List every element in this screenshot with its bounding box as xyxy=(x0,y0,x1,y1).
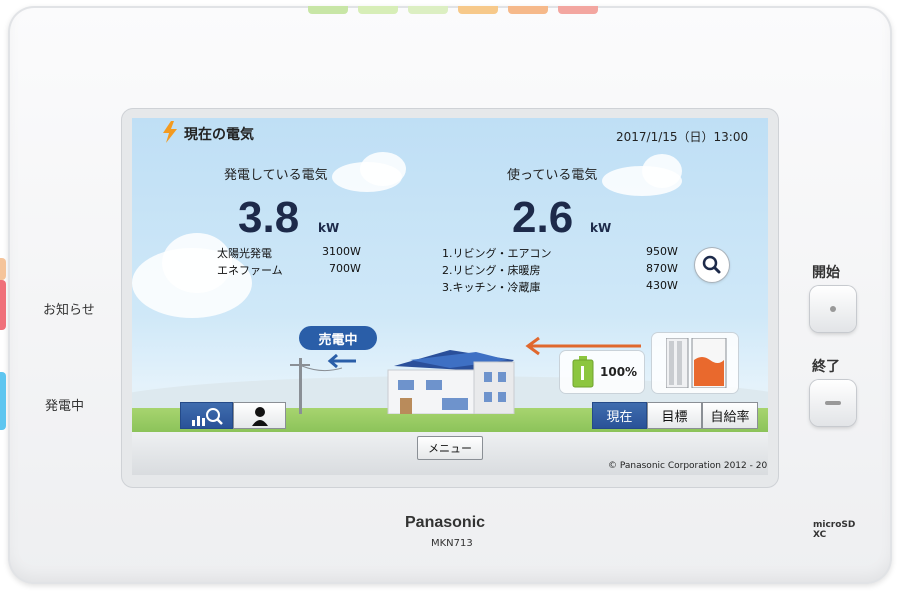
generation-item-label: エネファーム xyxy=(217,264,283,277)
side-led-top xyxy=(0,258,6,280)
tab-current[interactable]: 現在 xyxy=(592,402,647,429)
generation-item-label: 太陽光発電 xyxy=(217,247,272,260)
screen-title: 現在の電気 xyxy=(184,127,254,143)
cloud xyxy=(642,154,682,188)
generation-item-value: 700W xyxy=(329,262,361,275)
search-icon xyxy=(702,255,721,274)
generation-unit: kW xyxy=(318,221,340,235)
consumption-heading: 使っている電気 xyxy=(507,168,598,183)
end-label: 終了 xyxy=(812,358,840,374)
battery-panel: 100% xyxy=(560,351,644,393)
generating-label: 発電中 xyxy=(45,398,85,413)
person-icon xyxy=(251,406,268,426)
microsd-logo: microSD XC xyxy=(813,520,856,540)
notice-led xyxy=(0,280,6,330)
consumption-item-value: 870W xyxy=(646,262,678,275)
house-illustration xyxy=(387,350,515,414)
status-led-red xyxy=(558,6,598,14)
end-dash-icon xyxy=(825,401,841,405)
generation-value: 3.8 xyxy=(238,193,300,242)
cloud xyxy=(360,152,406,186)
detail-search-button[interactable] xyxy=(695,248,729,282)
selling-status-text: 売電中 xyxy=(318,332,358,348)
model-number: MKN713 xyxy=(431,538,473,549)
tab-self-sufficiency[interactable]: 自給率 xyxy=(702,402,758,429)
consumption-item-label: 3.キッチン・冷蔵庫 xyxy=(442,281,541,294)
status-led-green-3 xyxy=(408,6,448,14)
start-dot-icon xyxy=(830,306,836,312)
tab-target[interactable]: 目標 xyxy=(647,402,702,429)
consumption-item-value: 430W xyxy=(646,279,678,292)
status-led-green-1 xyxy=(308,6,348,14)
menu-button[interactable]: メニュー xyxy=(417,436,483,460)
consumption-item-label: 1.リビング・エアコン xyxy=(442,247,552,260)
graph-search-button[interactable] xyxy=(180,402,233,429)
copyright: © Panasonic Corporation 2012 - 2016 xyxy=(608,461,768,471)
start-button[interactable] xyxy=(810,286,856,332)
lightning-icon xyxy=(163,121,177,143)
person-button[interactable] xyxy=(233,402,286,429)
battery-percent: 100% xyxy=(600,365,638,379)
generation-led xyxy=(0,372,6,430)
graph-search-icon xyxy=(191,407,223,426)
battery-icon xyxy=(572,356,594,388)
consumption-item-value: 950W xyxy=(646,245,678,258)
storage-tank-icon xyxy=(666,338,727,388)
consumption-item-label: 2.リビング・床暖房 xyxy=(442,264,541,277)
generation-heading: 発電している電気 xyxy=(224,168,328,183)
selling-status-badge: 売電中 xyxy=(299,326,377,350)
generation-item-value: 3100W xyxy=(322,245,361,258)
utility-pole xyxy=(290,358,342,414)
main-screen: 現在の電気 2017/1/15（日）13:00 発電している電気 3.8 kW … xyxy=(132,118,768,475)
notice-label: お知らせ xyxy=(43,302,95,317)
consumption-unit: kW xyxy=(590,221,612,235)
datetime: 2017/1/15（日）13:00 xyxy=(616,130,749,144)
status-led-orange xyxy=(458,6,498,14)
brand-logo: Panasonic xyxy=(405,514,486,531)
status-led-green-2 xyxy=(358,6,398,14)
end-button[interactable] xyxy=(810,380,856,426)
storage-unit-panel xyxy=(652,333,738,393)
start-label: 開始 xyxy=(812,264,840,280)
status-led-orange-2 xyxy=(508,6,548,14)
consumption-value: 2.6 xyxy=(512,193,574,242)
